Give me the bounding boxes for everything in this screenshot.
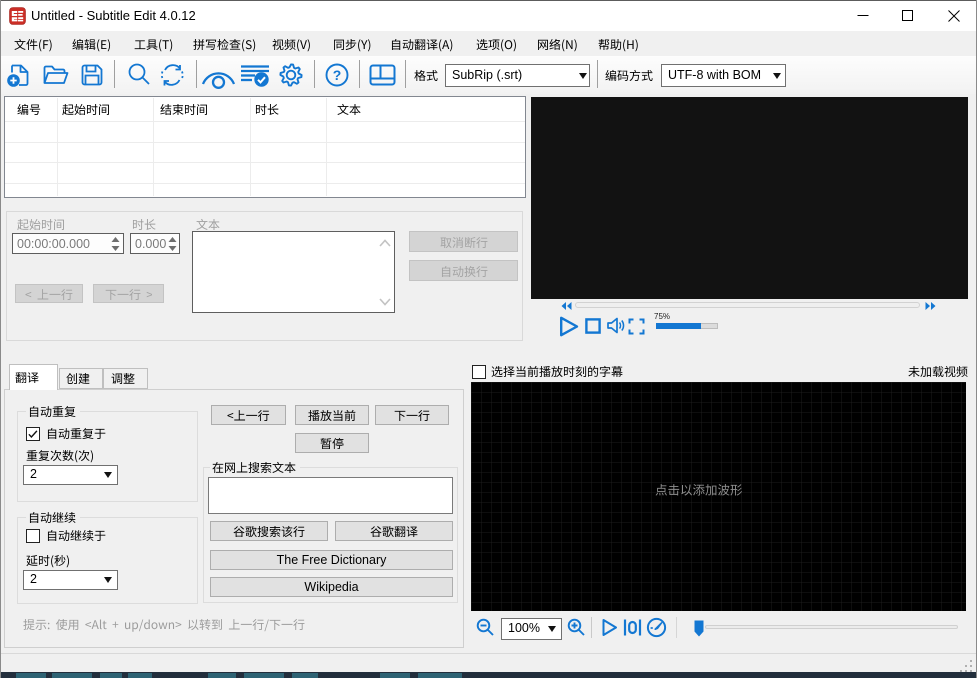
svg-text:?: ? [333,67,342,83]
